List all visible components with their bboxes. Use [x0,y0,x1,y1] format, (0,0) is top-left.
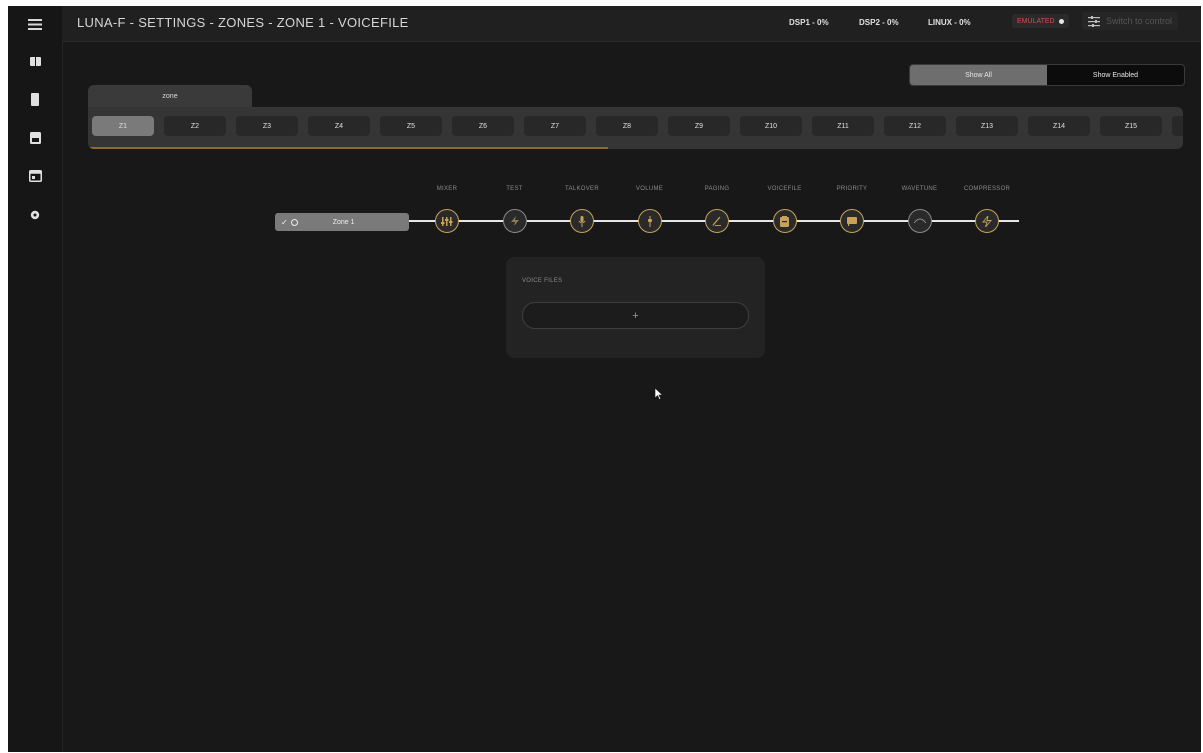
emulated-dot-icon [1058,18,1064,24]
stage-node-mixer[interactable] [435,209,459,233]
sidebar [8,6,63,752]
zone-button-z14[interactable]: Z14 [1028,116,1090,136]
zone-button-z7[interactable]: Z7 [524,116,586,136]
top-bar: LUNA-F - SETTINGS - ZONES - ZONE 1 - VOI… [62,6,1201,42]
stage-node-wavetune[interactable] [907,209,932,233]
grid-icon[interactable] [8,46,62,76]
zone-name-label: Zone 1 [332,218,355,226]
stage-label-compressor: COMPRESSOR [963,186,1011,192]
zone-button-z13[interactable]: Z13 [956,116,1018,136]
stage-node-priority[interactable] [840,209,864,233]
lightning-icon [982,215,992,227]
wave-icon [913,218,926,224]
zone-button-z3[interactable]: Z3 [236,116,298,136]
stage-node-voicefile[interactable] [772,209,797,233]
breadcrumb: LUNA-F - SETTINGS - ZONES - ZONE 1 - VOI… [77,15,409,30]
volume-icon [647,215,652,227]
stage-label-paging: PAGING [704,186,730,192]
zone-selector-panel: Z1 Z2 Z3 Z4 Z5 Z6 Z7 Z8 Z9 Z10 Z11 Z12 Z13 Z14 Z15 [88,107,1183,149]
zone-button-z9[interactable]: Z9 [668,116,730,136]
zone-button-z15[interactable]: Z15 [1100,116,1162,136]
stage-label-priority: PRIORITY [836,186,868,192]
file-icon [780,215,789,227]
menu-icon[interactable] [8,9,62,39]
app-window: LUNA-F - SETTINGS - ZONES - ZONE 1 - VOI… [8,6,1201,752]
zone-name-chip[interactable]: ✓ Zone 1 [275,213,409,231]
zone-button-z11[interactable]: Z11 [812,116,874,136]
linux-status: LINUX - 0% [928,18,971,27]
settings-icon[interactable] [8,200,62,230]
filter-toggle: Show All Show Enabled [909,64,1185,86]
zone-button-z1[interactable]: Z1 [92,116,154,136]
zone-button-z12[interactable]: Z12 [884,116,946,136]
zone-group-tab[interactable]: zone [88,85,252,107]
add-voice-file-button[interactable]: + [522,302,749,329]
calendar-icon[interactable] [8,161,62,191]
check-icon: ✓ [281,217,288,227]
stage-node-talkover[interactable] [570,209,594,233]
switch-to-control-button[interactable]: Switch to control [1082,12,1179,30]
stage-label-volume: VOLUME [635,186,664,192]
emulated-badge[interactable]: EMULATED [1012,14,1069,28]
show-all-button[interactable]: Show All [910,65,1047,85]
voice-files-title: VOICE FILES [522,278,563,284]
show-enabled-button[interactable]: Show Enabled [1047,65,1184,85]
voice-files-card: VOICE FILES + [506,257,765,358]
zone-button-overflow[interactable] [1172,116,1183,136]
stage-label-wavetune: WAVETUNE [901,186,938,192]
stage-node-volume[interactable] [637,209,662,233]
mouse-cursor-icon [655,388,664,400]
stage-label-test: TEST [506,186,523,192]
zone-button-z8[interactable]: Z8 [596,116,658,136]
device-icon[interactable] [8,84,62,114]
dsp1-status: DSP1 - 0% [789,18,829,27]
status-dot-icon [290,218,298,226]
zone-button-z6[interactable]: Z6 [452,116,514,136]
stage-label-mixer: MIXER [436,186,458,192]
emulated-label: EMULATED [1017,17,1055,25]
zone-button-z5[interactable]: Z5 [380,116,442,136]
stage-node-compressor[interactable] [975,209,999,233]
sliders-icon [1088,15,1100,27]
stage-node-paging[interactable] [705,209,729,233]
zone-button-z2[interactable]: Z2 [164,116,226,136]
dsp2-status: DSP2 - 0% [859,18,899,27]
zone-button-z10[interactable]: Z10 [740,116,802,136]
stage-node-test[interactable] [502,209,527,233]
zone-scroll-indicator[interactable] [88,147,608,149]
switch-to-control-label: Switch to control [1106,16,1173,26]
stage-label-talkover: TALKOVER [565,186,599,192]
storage-icon[interactable] [8,123,62,153]
zone-button-z4[interactable]: Z4 [308,116,370,136]
stage-label-voicefile: VOICEFILE [767,186,802,192]
bolt-icon [510,216,520,226]
microphone-icon [578,215,586,227]
mixer-icon [441,216,453,227]
pen-icon [712,216,722,226]
flag-icon [847,216,857,226]
